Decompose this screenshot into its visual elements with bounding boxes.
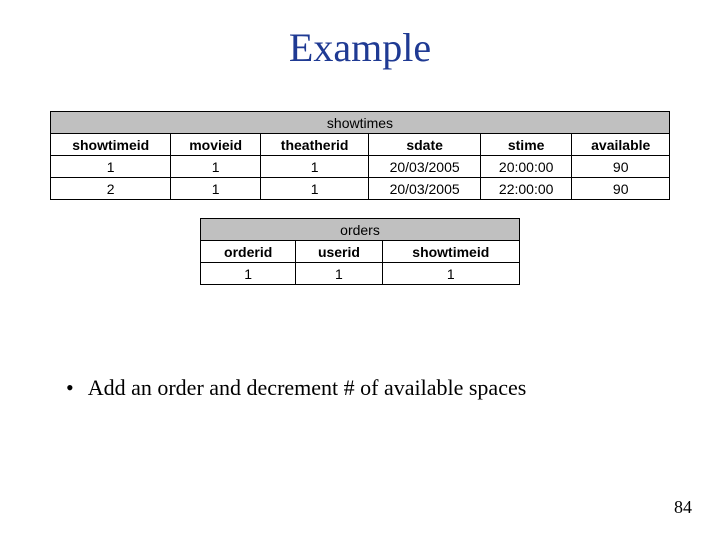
col-header: available xyxy=(572,134,670,156)
showtimes-table: showtimes showtimeid movieid theatherid … xyxy=(50,111,670,200)
bullet-text: Add an order and decrement # of availabl… xyxy=(88,375,527,401)
table-caption-row: showtimes xyxy=(51,112,670,134)
col-header: showtimeid xyxy=(382,241,519,263)
page-title: Example xyxy=(40,24,680,71)
showtimes-table-wrap: showtimes showtimeid movieid theatherid … xyxy=(40,111,680,200)
cell: 1 xyxy=(171,178,261,200)
orders-table-wrap: orders orderid userid showtimeid 1 1 1 xyxy=(40,200,680,285)
cell: 1 xyxy=(51,156,171,178)
col-header: userid xyxy=(296,241,382,263)
cell: 1 xyxy=(260,178,368,200)
cell: 20:00:00 xyxy=(480,156,572,178)
table-row: 1 1 1 xyxy=(201,263,520,285)
orders-caption: orders xyxy=(201,219,520,241)
cell: 22:00:00 xyxy=(480,178,572,200)
cell: 1 xyxy=(260,156,368,178)
col-header: sdate xyxy=(369,134,481,156)
col-header: showtimeid xyxy=(51,134,171,156)
cell: 2 xyxy=(51,178,171,200)
cell: 90 xyxy=(572,156,670,178)
bullet-dot-icon: • xyxy=(66,375,74,401)
cell: 1 xyxy=(171,156,261,178)
cell: 1 xyxy=(201,263,296,285)
bullet-item: • Add an order and decrement # of availa… xyxy=(66,375,680,401)
col-header: stime xyxy=(480,134,572,156)
cell: 20/03/2005 xyxy=(369,178,481,200)
cell: 90 xyxy=(572,178,670,200)
col-header: orderid xyxy=(201,241,296,263)
cell: 1 xyxy=(382,263,519,285)
slide: Example showtimes showtimeid movieid the… xyxy=(0,0,720,540)
table-caption-row: orders xyxy=(201,219,520,241)
showtimes-caption: showtimes xyxy=(51,112,670,134)
table-row: 1 1 1 20/03/2005 20:00:00 90 xyxy=(51,156,670,178)
table-header-row: showtimeid movieid theatherid sdate stim… xyxy=(51,134,670,156)
page-number: 84 xyxy=(674,497,692,518)
col-header: movieid xyxy=(171,134,261,156)
orders-table: orders orderid userid showtimeid 1 1 1 xyxy=(200,218,520,285)
cell: 1 xyxy=(296,263,382,285)
col-header: theatherid xyxy=(260,134,368,156)
table-row: 2 1 1 20/03/2005 22:00:00 90 xyxy=(51,178,670,200)
cell: 20/03/2005 xyxy=(369,156,481,178)
table-header-row: orderid userid showtimeid xyxy=(201,241,520,263)
